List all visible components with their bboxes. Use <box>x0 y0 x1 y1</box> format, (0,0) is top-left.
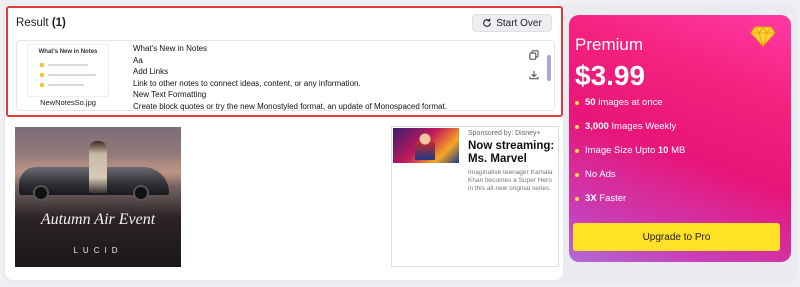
download-icon <box>529 70 539 80</box>
feature-bold: 10 <box>657 145 669 156</box>
ad-headline: Now streaming: Ms. Marvel <box>468 140 555 165</box>
start-over-button[interactable]: Start Over <box>472 14 552 32</box>
thumbnail-line <box>48 84 84 86</box>
text-line: New Text Formatting <box>133 90 207 100</box>
ad-sponsor: Sponsored by: Disney+ <box>468 130 541 137</box>
feature-text: Faster <box>596 193 627 204</box>
result-file-row: What's New in Notes NewNotesSo.jpg What'… <box>16 40 555 111</box>
result-count: (1) <box>51 17 66 29</box>
feature-item: Image Size Upto 10 MB <box>575 145 685 156</box>
bullet-icon <box>575 172 579 177</box>
text-line: Aa <box>133 55 143 65</box>
ad-event-title: Autumn Air Event <box>40 211 156 228</box>
thumbnail-line <box>48 64 88 66</box>
ad-car-wheel <box>33 185 49 201</box>
text-line: Create block quotes or try the new Monos… <box>133 101 447 111</box>
bullet-icon <box>575 196 579 201</box>
copy-button[interactable] <box>528 49 540 61</box>
scrollbar[interactable] <box>547 55 551 81</box>
lucid-ad[interactable]: Autumn Air Event LUCID <box>15 127 181 267</box>
copy-icon <box>529 50 539 60</box>
feature-item: 3,000 Images Weekly <box>575 121 676 132</box>
feature-text: images at once <box>595 97 663 108</box>
bullet-icon <box>575 124 579 129</box>
thumbnail-line <box>48 74 96 76</box>
file-name: NewNotesSo.jpg <box>40 98 96 107</box>
result-title-label: Result <box>16 17 49 29</box>
bullet-icon <box>575 100 579 105</box>
bullet-icon <box>575 148 579 153</box>
feature-text: Images Weekly <box>608 121 677 132</box>
result-title: Result (1) <box>16 17 66 29</box>
upgrade-button[interactable]: Upgrade to Pro <box>573 223 780 251</box>
ad-car-wheel <box>133 185 149 201</box>
thumbnail-title: What's New in Notes <box>38 49 98 55</box>
ad-person-image <box>89 141 107 193</box>
ad-description: Imaginative teenager Kamala Khan becomes… <box>468 169 553 192</box>
result-panel: Result (1) Start Over What's New in Note… <box>6 6 563 117</box>
feature-bold: 3X <box>585 193 597 204</box>
disney-ad[interactable]: Sponsored by: Disney+ Now streaming: Ms.… <box>391 126 559 267</box>
text-line: Add Links <box>133 67 169 77</box>
text-line: What's New in Notes <box>133 44 207 53</box>
feature-text: MB <box>668 145 686 156</box>
feature-text: Image Size Upto <box>585 145 658 156</box>
download-button[interactable] <box>528 69 540 81</box>
thumbnail-bullet <box>40 83 44 87</box>
premium-card: Premium $3.99 50 images at once 3,000 Im… <box>569 15 791 262</box>
file-thumbnail[interactable]: What's New in Notes <box>27 44 109 97</box>
extracted-text: What's New in Notes Aa Add Links Link to… <box>133 43 533 113</box>
ad-poster-image <box>393 128 459 163</box>
feature-bold: 50 <box>585 97 596 108</box>
feature-item: No Ads <box>575 169 616 180</box>
ad-brand-logo: LUCID <box>73 246 123 255</box>
feature-bold: 3,000 <box>585 121 609 132</box>
premium-title: Premium <box>575 35 644 54</box>
text-line: Link to other notes to connect ideas, co… <box>133 78 361 88</box>
thumbnail-bullet <box>40 73 44 77</box>
premium-price: $3.99 <box>575 60 646 91</box>
thumbnail-bullet <box>40 63 44 67</box>
feature-item: 50 images at once <box>575 97 663 108</box>
feature-text: No Ads <box>585 169 616 180</box>
feature-item: 3X Faster <box>575 193 626 204</box>
start-over-label: Start Over <box>496 17 542 29</box>
gem-icon <box>750 26 776 47</box>
refresh-icon <box>483 18 492 27</box>
